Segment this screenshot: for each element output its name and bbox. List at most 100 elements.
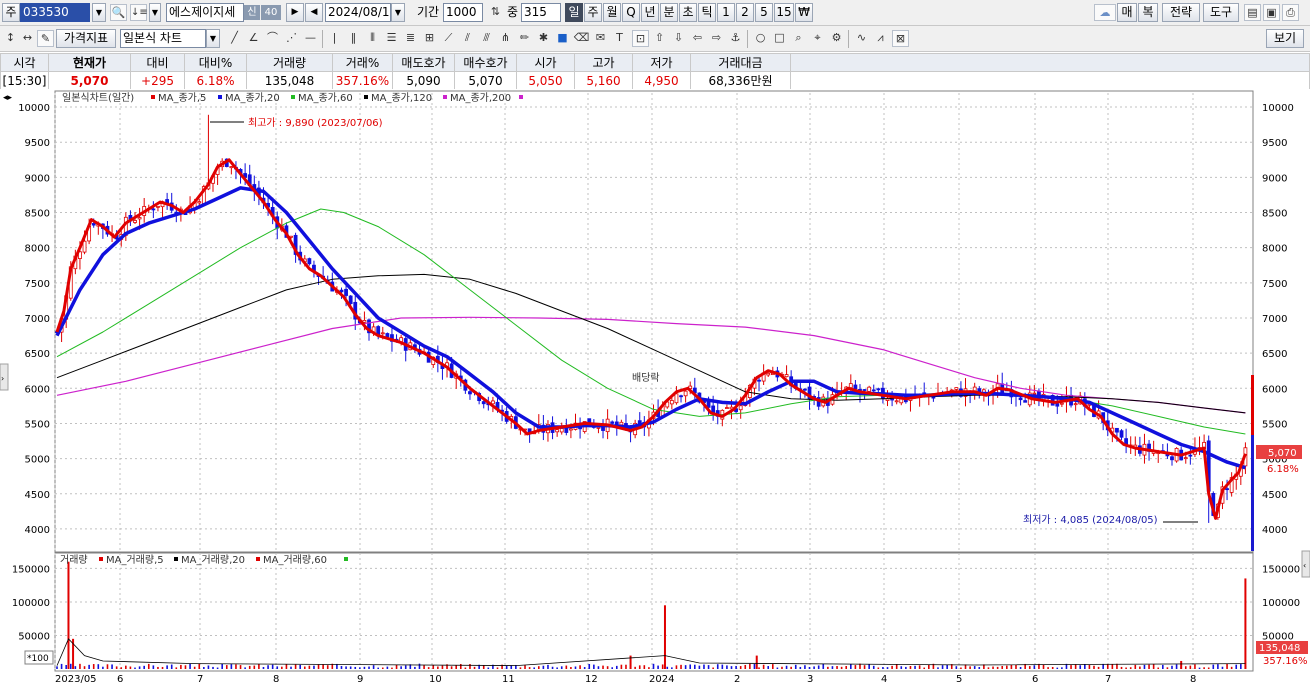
sort-dropdown[interactable]: ▼ <box>149 3 161 22</box>
tab-5[interactable]: 5 <box>755 3 773 22</box>
settings-icon[interactable]: ⚙ <box>828 30 845 47</box>
tab-15[interactable]: 15 <box>774 3 794 22</box>
parallel-icon[interactable]: ⫻ <box>478 30 495 47</box>
chart-type-select[interactable]: 일본식 차트 <box>120 29 206 48</box>
wave-icon[interactable]: ∿ <box>853 30 870 47</box>
volume-bar <box>138 666 141 669</box>
fibonacci-icon[interactable]: ≣ <box>402 30 419 47</box>
print-icon[interactable]: ⎙ <box>1282 4 1299 21</box>
volume-bar <box>1207 667 1210 669</box>
pencil-icon[interactable]: ✏ <box>516 30 533 47</box>
indicator-button[interactable]: 가격지표 <box>56 29 116 48</box>
speed-line-icon[interactable]: ⟋ <box>440 30 457 47</box>
arrow-up-down-icon[interactable]: ↕ <box>2 30 19 47</box>
fill-icon[interactable]: ■ <box>554 30 571 47</box>
volume-bar <box>749 663 751 669</box>
gann-icon[interactable]: ⊞ <box>421 30 438 47</box>
zoom-box-icon[interactable]: ⊡ <box>632 30 649 47</box>
tab-yearly[interactable]: 년 <box>641 3 659 22</box>
folder-icon[interactable]: ▤ <box>1244 4 1261 21</box>
stock-name-field[interactable]: 에스제이지세 <box>166 3 244 22</box>
candle-body <box>725 407 729 409</box>
search-icon[interactable]: 🔍 <box>110 4 127 21</box>
volume-bar <box>92 664 95 669</box>
date-tick-label: 8 <box>273 674 279 685</box>
cloud-icon[interactable]: ☁ <box>1094 4 1116 21</box>
arrow-down-icon[interactable]: ⇩ <box>670 30 687 47</box>
volume-bar <box>928 664 930 669</box>
candle-body <box>362 319 367 323</box>
rectangle-icon[interactable]: □ <box>771 30 788 47</box>
edit-icon[interactable]: ✎ <box>37 30 54 47</box>
date-input[interactable]: 2024/08/16 <box>325 3 391 22</box>
market-select-button[interactable]: 주 <box>2 3 20 22</box>
tab-weekly[interactable]: 주 <box>584 3 602 22</box>
buy-button[interactable]: 매 <box>1117 3 1137 22</box>
tab-daily[interactable]: 일 <box>565 3 583 22</box>
pattern-icon[interactable]: ⩘ <box>872 30 889 47</box>
date-dropdown[interactable]: ▼ <box>391 3 405 22</box>
tab-minute[interactable]: 분 <box>660 3 678 22</box>
count-input[interactable]: 315 <box>521 3 561 22</box>
volume-bar <box>1120 666 1123 669</box>
tab-won[interactable]: ₩ <box>795 3 813 22</box>
anchor-icon[interactable]: ⚓ <box>727 30 744 47</box>
candle-body <box>307 258 312 265</box>
grid-lines-icon[interactable]: ☰ <box>383 30 400 47</box>
tab-tick[interactable]: 틱 <box>698 3 716 22</box>
text-icon[interactable]: T <box>611 30 628 47</box>
angle-icon[interactable]: ∠ <box>245 30 262 47</box>
tab-1[interactable]: 1 <box>717 3 735 22</box>
tab-quarterly[interactable]: Q <box>622 3 640 22</box>
volume-bar <box>221 663 223 669</box>
volume-bar <box>120 667 123 669</box>
circle-icon[interactable]: ○ <box>752 30 769 47</box>
volume-bar <box>317 664 320 669</box>
prev-stock-button[interactable]: ◀ <box>305 3 323 22</box>
sort-icon[interactable]: ↓≡ <box>130 4 148 21</box>
expand-arrows-icon[interactable]: ◂▸ <box>3 93 13 103</box>
arrow-left-right-icon[interactable]: ↔ <box>19 30 36 47</box>
chart-type-dropdown[interactable]: ▼ <box>206 29 220 48</box>
crosshair-icon[interactable]: ⌖ <box>809 30 826 47</box>
copy-button[interactable]: 복 <box>1138 3 1158 22</box>
volume-spike-bar <box>67 561 70 669</box>
arrow-right-icon[interactable]: ⇨ <box>708 30 725 47</box>
horizontal-line-icon[interactable]: — <box>302 30 319 47</box>
arc-icon[interactable]: ⌒ <box>264 30 281 47</box>
price-tick-label: 9500 <box>25 138 50 149</box>
stepper-icon[interactable]: ⇅ <box>487 4 504 21</box>
tab-second[interactable]: 초 <box>679 3 697 22</box>
trendline-icon[interactable]: ╱ <box>226 30 243 47</box>
magnifier-icon[interactable]: ⌕ <box>790 30 807 47</box>
note-icon[interactable]: ✉ <box>592 30 609 47</box>
magic-icon[interactable]: ✱ <box>535 30 552 47</box>
stock-chart[interactable]: 4000450050005500600065007000750080008500… <box>0 89 1310 687</box>
stock-code-dropdown[interactable]: ▼ <box>92 3 106 22</box>
tab-2[interactable]: 2 <box>736 3 754 22</box>
eraser-icon[interactable]: ⌫ <box>573 30 590 47</box>
vertical-line-icon[interactable]: | <box>326 30 343 47</box>
tab-monthly[interactable]: 월 <box>603 3 621 22</box>
save-icon[interactable]: ▣ <box>1263 4 1280 21</box>
volume-bar <box>1157 667 1160 669</box>
period-lines-icon[interactable]: ⦀ <box>364 30 381 47</box>
export-icon[interactable]: ⊠ <box>892 30 909 47</box>
fan-icon[interactable]: ⋰ <box>283 30 300 47</box>
volume-bar <box>326 665 329 669</box>
tools-button[interactable]: 도구 <box>1203 3 1239 22</box>
double-vertical-icon[interactable]: ‖ <box>345 30 362 47</box>
next-stock-button[interactable]: ▶ <box>286 3 304 22</box>
stock-code-input[interactable]: 033530 <box>20 3 90 22</box>
candle-body <box>1032 392 1037 395</box>
price-tick-label: 4500 <box>1262 490 1287 501</box>
strategy-button[interactable]: 전략 <box>1162 3 1200 22</box>
andrew-icon[interactable]: ⋔ <box>497 30 514 47</box>
arrow-up-icon[interactable]: ⇧ <box>651 30 668 47</box>
period-input[interactable]: 1000 <box>443 3 483 22</box>
channel-icon[interactable]: ⫽ <box>459 30 476 47</box>
arrow-left-icon[interactable]: ⇦ <box>689 30 706 47</box>
volume-tick-label: 150000 <box>1262 564 1300 575</box>
volume-bar <box>253 665 256 669</box>
view-button[interactable]: 보기 <box>1266 29 1304 48</box>
